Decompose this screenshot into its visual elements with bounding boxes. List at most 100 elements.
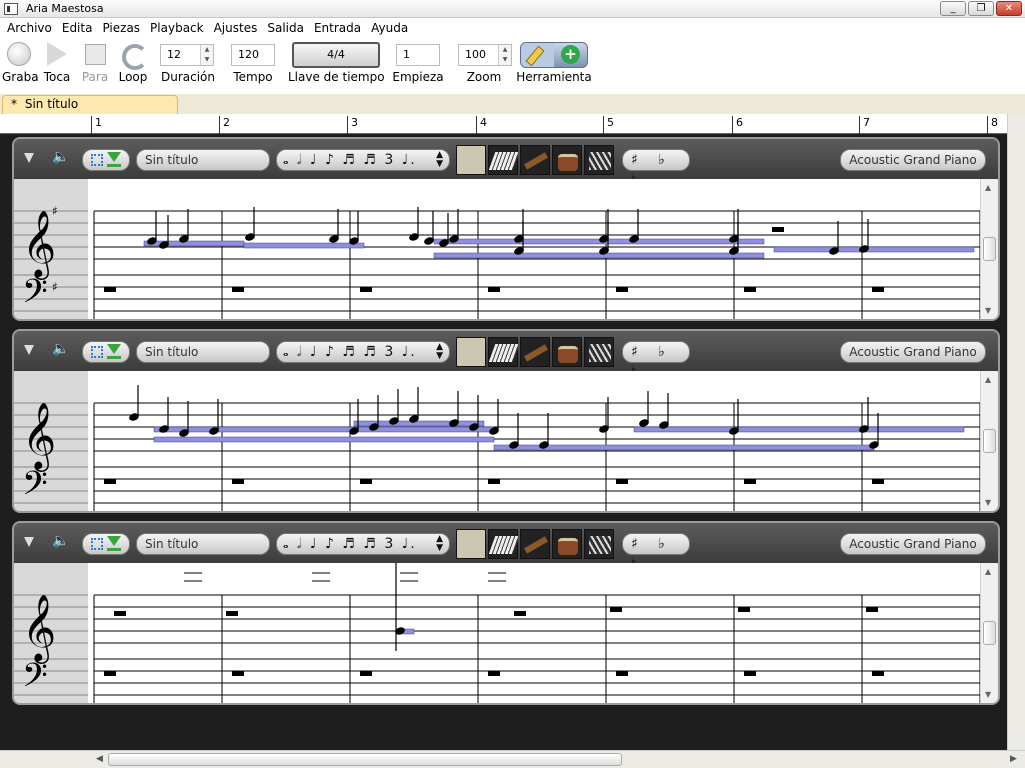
ruler-measure-4: 4 xyxy=(476,116,487,134)
scroll-left-icon[interactable]: ◀ xyxy=(96,754,103,764)
score-mode-icon[interactable] xyxy=(456,337,486,367)
whole-rest-icon xyxy=(360,287,372,292)
score-staff[interactable]: 𝄞𝄢 xyxy=(14,563,980,703)
duration-selector[interactable]: 𝅝 𝅗𝅥 ♩ ♪ ♬ ♬ 3 ♩. ▲ ▼ xyxy=(276,533,450,555)
scroll-thumb[interactable] xyxy=(983,621,996,645)
score-staff[interactable]: 𝄞𝄢 ♯ ♯ xyxy=(14,179,980,319)
track-1: 🔈 Sin título 𝅝 𝅗𝅥 ♩ ♪ ♬ ♬ 3 ♩.▲▼ ♯ ♭ ♮ A… xyxy=(12,137,1000,321)
guitar-mode-icon[interactable] xyxy=(520,529,550,559)
keyboard-mode-icon[interactable] xyxy=(488,337,518,367)
duration-selector[interactable]: 𝅝 𝅗𝅥 ♩ ♪ ♬ ♬ 3 ♩. ▲ ▼ xyxy=(276,341,450,363)
drum-mode-icon[interactable] xyxy=(552,529,582,559)
main-vertical-scrollbar[interactable] xyxy=(1007,114,1025,750)
whole-rest-icon xyxy=(610,607,622,612)
durations-glyphs: 𝅝 𝅗𝅥 ♩ ♪ ♬ ♬ 3 ♩. xyxy=(283,344,417,360)
collapse-triangle-icon[interactable] xyxy=(24,345,34,355)
accidental-selector[interactable]: ♯ ♭ ♮ xyxy=(622,533,690,572)
scroll-right-icon[interactable]: ▶ xyxy=(1010,754,1017,764)
guitar-mode-icon[interactable] xyxy=(520,337,550,367)
score-editor[interactable]: 𝄞 𝄢 ♯ ♯ ▲ ▼ xyxy=(14,179,998,319)
collapse-triangle-icon[interactable] xyxy=(24,537,34,547)
instrument-selector[interactable]: Acoustic Grand Piano xyxy=(840,533,986,555)
stop-label: Para xyxy=(81,70,109,84)
title-bar: Aria Maestosa _ ❐ ✕ xyxy=(0,0,1025,18)
score-staff[interactable]: 𝄞𝄢 xyxy=(14,371,980,511)
app-icon xyxy=(4,2,18,15)
whole-rest-icon xyxy=(104,671,116,676)
menu-ayuda[interactable]: Ayuda xyxy=(366,21,413,35)
close-button[interactable]: ✕ xyxy=(996,1,1022,16)
tab-sin-titulo[interactable]: * Sin título xyxy=(2,95,178,114)
maximize-track-button[interactable] xyxy=(82,533,130,555)
rest-icon xyxy=(226,611,238,616)
track-vertical-scrollbar[interactable]: ▲ ▼ xyxy=(980,179,998,319)
duration-updown-icon[interactable]: ▲ ▼ xyxy=(436,151,445,169)
drumkit-mode-icon[interactable] xyxy=(584,337,614,367)
duration-selector[interactable]: 𝅝 𝅗𝅥 ♩ ♪ ♬ ♬ 3 ♩. ▲ ▼ xyxy=(276,149,450,171)
menu-playback[interactable]: Playback xyxy=(145,21,209,35)
drumkit-mode-icon[interactable] xyxy=(584,145,614,175)
menu-piezas[interactable]: Piezas xyxy=(97,21,145,35)
menu-ajustes[interactable]: Ajustes xyxy=(209,21,263,35)
record-button[interactable]: Graba xyxy=(2,38,39,88)
scroll-down-icon[interactable]: ▼ xyxy=(985,498,991,507)
speaker-icon[interactable]: 🔈 xyxy=(52,149,72,167)
restore-button[interactable]: ❐ xyxy=(968,1,994,16)
score-editor[interactable]: 𝄞 𝄢 ▲ ▼ xyxy=(14,563,998,703)
main-horizontal-scrollbar[interactable]: ◀ ▶ xyxy=(0,750,1025,768)
tab-title: Sin título xyxy=(24,97,79,111)
stop-icon xyxy=(84,44,106,65)
menu-archivo[interactable]: Archivo xyxy=(2,21,57,35)
menu-entrada[interactable]: Entrada xyxy=(309,21,366,35)
instrument-selector[interactable]: Acoustic Grand Piano xyxy=(840,341,986,363)
editor-mode-strip xyxy=(456,529,616,559)
scroll-thumb[interactable] xyxy=(983,429,996,453)
track-name-field[interactable]: Sin título xyxy=(136,149,270,171)
instrument-selector[interactable]: Acoustic Grand Piano xyxy=(840,149,986,171)
maximize-track-button[interactable] xyxy=(82,341,130,363)
scroll-down-icon[interactable]: ▼ xyxy=(985,306,991,315)
menu-salida[interactable]: Salida xyxy=(262,21,309,35)
score-editor[interactable]: 𝄞 𝄢 ▲ ▼ xyxy=(14,371,998,511)
accidental-selector[interactable]: ♯ ♭ ♮ xyxy=(622,149,690,188)
ruler-measure-3: 3 xyxy=(347,116,358,134)
duration-stepper-icon[interactable]: ▲ ▼ xyxy=(200,45,213,65)
menu-edita[interactable]: Edita xyxy=(57,21,98,35)
duration-input[interactable]: 12 ▲ ▼ xyxy=(160,44,214,66)
track-name-field[interactable]: Sin título xyxy=(136,533,270,555)
scroll-down-icon[interactable]: ▼ xyxy=(985,690,991,699)
duration-updown-icon[interactable]: ▲ ▼ xyxy=(436,535,445,553)
guitar-mode-icon[interactable] xyxy=(520,145,550,175)
scroll-up-icon[interactable]: ▲ xyxy=(985,375,991,384)
stop-button[interactable]: Para xyxy=(78,38,112,88)
drumkit-mode-icon[interactable] xyxy=(584,529,614,559)
keyboard-mode-icon[interactable] xyxy=(488,529,518,559)
scroll-up-icon[interactable]: ▲ xyxy=(985,567,991,576)
maximize-track-button[interactable] xyxy=(82,149,130,171)
drum-mode-icon[interactable] xyxy=(552,145,582,175)
track-vertical-scrollbar[interactable]: ▲ ▼ xyxy=(980,371,998,511)
collapse-triangle-icon[interactable] xyxy=(24,153,34,163)
record-icon xyxy=(7,42,31,66)
accidental-selector[interactable]: ♯ ♭ ♮ xyxy=(622,341,690,380)
speaker-icon[interactable]: 🔈 xyxy=(52,533,72,551)
horizontal-scroll-thumb[interactable] xyxy=(108,753,622,766)
measure-ruler[interactable]: 1 2 3 4 5 6 7 8 xyxy=(0,114,1007,134)
drum-mode-icon[interactable] xyxy=(552,337,582,367)
play-button[interactable]: Toca xyxy=(40,38,74,88)
scroll-up-icon[interactable]: ▲ xyxy=(985,183,991,192)
key-sharp-icon: ♯ xyxy=(52,280,58,294)
minimize-button[interactable]: _ xyxy=(940,1,966,16)
keyboard-mode-icon[interactable] xyxy=(488,145,518,175)
download-arrow-icon xyxy=(107,152,121,167)
track-vertical-scrollbar[interactable]: ▲ ▼ xyxy=(980,563,998,703)
time-signature-label-wrap: Llave de tiempo xyxy=(288,38,385,88)
ruler-measure-6: 6 xyxy=(732,116,743,134)
duration-updown-icon[interactable]: ▲ ▼ xyxy=(436,343,445,361)
scroll-thumb[interactable] xyxy=(983,237,996,261)
score-mode-icon[interactable] xyxy=(456,145,486,175)
loop-button[interactable]: Loop xyxy=(116,38,150,88)
score-mode-icon[interactable] xyxy=(456,529,486,559)
speaker-icon[interactable]: 🔈 xyxy=(52,341,72,359)
track-name-field[interactable]: Sin título xyxy=(136,341,270,363)
